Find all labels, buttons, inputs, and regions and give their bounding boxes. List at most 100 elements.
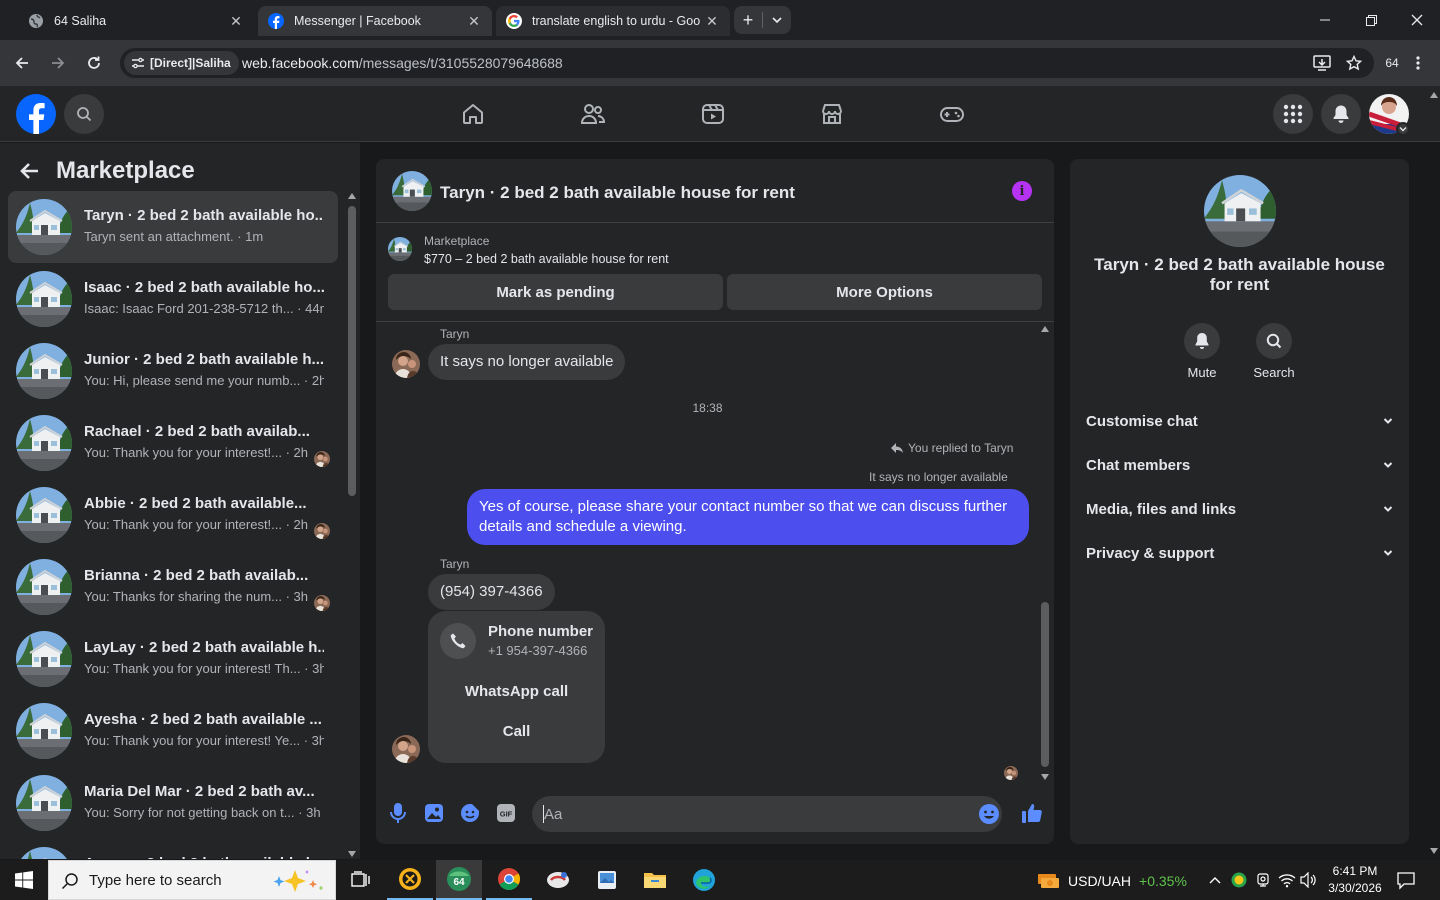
forward-arrow-icon[interactable] [46, 51, 70, 75]
taskbar-app-file-explorer-icon[interactable] [632, 860, 678, 900]
photo-icon[interactable] [422, 801, 446, 825]
sender-avatar[interactable] [392, 735, 420, 763]
video-icon[interactable] [697, 98, 729, 130]
back-arrow-icon[interactable] [18, 161, 40, 181]
chat-profile-avatar[interactable] [1204, 175, 1276, 247]
notification-center-icon[interactable] [1396, 870, 1416, 890]
scroll-down-arrow-icon[interactable] [1041, 774, 1049, 780]
chat-title[interactable]: Taryn · 2 bed 2 bath available house for… [440, 183, 795, 203]
microphone-icon[interactable] [386, 801, 410, 825]
incoming-message[interactable]: It says no longer available [428, 344, 626, 380]
taskbar-app-vpn-icon[interactable] [535, 860, 581, 900]
browser-menu-icon[interactable] [1408, 51, 1428, 75]
more-options-button[interactable]: More Options [727, 274, 1042, 310]
conversation-item[interactable]: LayLay · 2 bed 2 bath available h... You:… [8, 623, 338, 695]
message-input[interactable] [544, 796, 964, 832]
scroll-down-arrow-icon[interactable] [348, 851, 356, 857]
thumbs-up-icon[interactable] [1020, 801, 1044, 825]
page-scrollbar[interactable] [1428, 86, 1440, 860]
mute-button[interactable]: Mute [1172, 323, 1232, 380]
account-chevron-icon[interactable] [1396, 122, 1410, 136]
restore-icon[interactable] [1348, 0, 1394, 40]
call-button[interactable]: Call [440, 715, 593, 747]
minimize-icon[interactable] [1302, 0, 1348, 40]
seen-receipt-avatar [314, 595, 330, 611]
scroll-thumb[interactable] [348, 206, 356, 496]
conversation-item[interactable]: Ayesha · 2 bed 2 bath available ... You: … [8, 695, 338, 767]
media-files-links-section[interactable]: Media, files and links [1086, 487, 1393, 531]
tab-messenger[interactable]: Messenger | Facebook ✕ [258, 6, 492, 36]
back-arrow-icon[interactable] [10, 51, 34, 75]
taskbar-search-box[interactable]: Type here to search [48, 860, 336, 900]
volume-icon[interactable] [1300, 871, 1318, 889]
meet-now-icon[interactable] [1254, 871, 1272, 889]
reload-icon[interactable] [82, 51, 106, 75]
site-info-chip[interactable]: [Direct]|Saliha [124, 51, 239, 75]
whatsapp-call-button[interactable]: WhatsApp call [440, 675, 593, 707]
conversation-item[interactable]: Aurora · 2 bed 2 bath available h... [8, 839, 338, 859]
conversation-item[interactable]: Junior · 2 bed 2 bath available h... You:… [8, 335, 338, 407]
outgoing-message[interactable]: Yes of course, please share your contact… [467, 489, 1029, 545]
search-icon[interactable] [64, 94, 104, 134]
message-input-box[interactable] [532, 796, 1002, 832]
close-icon[interactable]: ✕ [704, 13, 720, 29]
taskbar-app-chrome-icon[interactable] [486, 860, 532, 900]
bookmark-star-icon[interactable] [1342, 51, 1366, 75]
conversation-item[interactable]: Isaac · 2 bed 2 bath available ho... Isaa… [8, 263, 338, 335]
install-app-icon[interactable] [1310, 51, 1334, 75]
tray-app-icon[interactable] [1230, 871, 1248, 889]
scroll-up-arrow-icon[interactable] [1041, 326, 1049, 332]
privacy-support-section[interactable]: Privacy & support [1086, 531, 1393, 575]
close-icon[interactable]: ✕ [228, 13, 244, 29]
conversation-name: Isaac · 2 bed 2 bath available ho... [84, 279, 324, 296]
chat-avatar[interactable] [392, 171, 432, 211]
conversation-item[interactable]: Rachael · 2 bed 2 bath availab... You: Th… [8, 407, 338, 479]
address-bar[interactable]: [Direct]|Saliha web.facebook.com/message… [120, 48, 1374, 78]
mark-as-pending-button[interactable]: Mark as pending [388, 274, 723, 310]
sticker-icon[interactable] [458, 801, 482, 825]
emoji-icon[interactable] [978, 803, 1000, 825]
conversation-item[interactable]: Brianna · 2 bed 2 bath availab... You: Th… [8, 551, 338, 623]
scroll-down-arrow-icon[interactable] [1430, 848, 1438, 854]
profile-badge[interactable]: 64 [1380, 51, 1404, 75]
conversation-item[interactable]: Abbie · 2 bed 2 bath available... You: Th… [8, 479, 338, 551]
home-icon[interactable] [457, 98, 489, 130]
conversation-item[interactable]: Taryn · 2 bed 2 bath available ho... Tary… [8, 191, 338, 263]
close-icon[interactable]: ✕ [466, 13, 482, 29]
info-icon[interactable]: i [1012, 181, 1032, 201]
taskbar-app-profile-browser[interactable]: 64 [436, 860, 482, 900]
close-window-icon[interactable] [1394, 0, 1440, 40]
marketplace-icon[interactable] [816, 98, 848, 130]
conversation-item[interactable]: Maria Del Mar · 2 bed 2 bath av... You: S… [8, 767, 338, 839]
reply-quote[interactable]: It says no longer available [869, 470, 1008, 484]
sender-avatar[interactable] [392, 350, 420, 378]
facebook-logo-icon[interactable] [16, 94, 56, 134]
chat-scrollbar[interactable] [1038, 322, 1052, 784]
tab-translate[interactable]: translate english to urdu - Goo ✕ [496, 6, 730, 36]
scroll-thumb[interactable] [1041, 602, 1049, 767]
taskbar-app-edge-icon[interactable] [681, 860, 727, 900]
friends-icon[interactable] [577, 98, 609, 130]
gif-icon[interactable]: GIF [494, 801, 518, 825]
search-in-chat-button[interactable]: Search [1244, 323, 1304, 380]
menu-grid-icon[interactable] [1273, 94, 1313, 134]
scroll-up-arrow-icon[interactable] [1430, 92, 1438, 98]
taskbar-clock[interactable]: 6:41 PM 3/30/2026 [1322, 863, 1388, 897]
taskbar-app-photos-icon[interactable] [584, 860, 630, 900]
tab-search-chevron-icon[interactable] [763, 15, 791, 25]
customise-chat-section[interactable]: Customise chat [1086, 399, 1393, 443]
chat-members-section[interactable]: Chat members [1086, 443, 1393, 487]
windows-start-icon[interactable] [0, 860, 48, 900]
taskbar-app-ixbrowser-icon[interactable] [387, 860, 433, 900]
currency-ticker-widget[interactable]: USD/UAH +0.35% [1036, 870, 1187, 892]
task-view-icon[interactable] [338, 860, 384, 900]
tab-saliha[interactable]: 64 Saliha ✕ [18, 6, 254, 36]
scroll-up-arrow-icon[interactable] [348, 193, 356, 199]
incoming-message[interactable]: (954) 397-4366 [428, 574, 555, 610]
tray-chevron-up-icon[interactable] [1206, 871, 1224, 889]
new-tab-button[interactable]: + [734, 10, 762, 31]
wifi-icon[interactable] [1278, 871, 1296, 889]
gaming-icon[interactable] [936, 98, 968, 130]
sidebar-scrollbar[interactable] [345, 191, 359, 859]
notifications-bell-icon[interactable] [1321, 94, 1361, 134]
